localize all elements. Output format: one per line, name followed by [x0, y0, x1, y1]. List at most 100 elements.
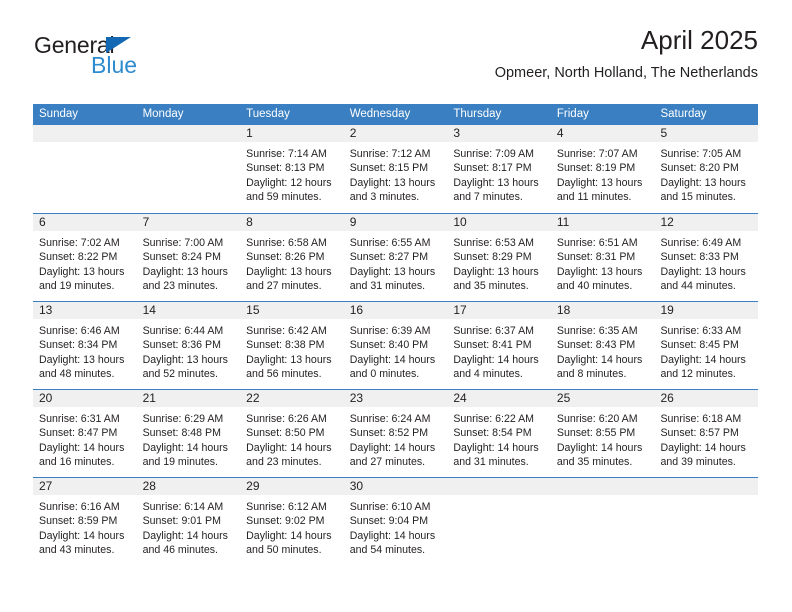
- daylight-text: and 12 minutes.: [660, 367, 736, 380]
- daylight-text: Daylight: 13 hours: [660, 265, 746, 278]
- daylight-text: and 48 minutes.: [39, 367, 115, 380]
- day-cell[interactable]: 1 Sunrise: 7:14 AM Sunset: 8:13 PM Daylight…: [240, 125, 344, 213]
- sunset-text: Sunset: 8:36 PM: [142, 339, 221, 352]
- day-details: Sunrise: 6:53 AM Sunset: 8:29 PM Daylight:…: [447, 231, 551, 293]
- day-details: Sunrise: 6:10 AM Sunset: 9:04 PM Daylight:…: [344, 495, 448, 557]
- sunrise-text: Sunrise: 6:29 AM: [142, 413, 224, 425]
- weekday-header-thursday: Thursday: [453, 108, 502, 120]
- day-cell[interactable]: 19 Sunrise: 6:33 AM Sunset: 8:45 PM Dayligh…: [654, 302, 759, 389]
- daylight-text: and 19 minutes.: [39, 279, 115, 292]
- day-cell[interactable]: 10 Sunrise: 6:53 AM Sunset: 8:29 PM Dayligh…: [447, 214, 551, 301]
- sunrise-text: Sunrise: 6:26 AM: [246, 413, 327, 425]
- daylight-text: Daylight: 13 hours: [453, 176, 539, 189]
- daylight-text: and 50 minutes.: [246, 543, 322, 556]
- weekday-header-monday: Monday: [142, 108, 184, 120]
- daylight-text: and 43 minutes.: [39, 543, 115, 556]
- day-cell[interactable]: 24 Sunrise: 6:22 AM Sunset: 8:54 PM Dayligh…: [447, 390, 551, 477]
- day-details: Sunrise: 6:29 AM Sunset: 8:48 PM Daylight:…: [137, 407, 241, 469]
- day-number: 7: [136, 214, 241, 231]
- day-details: Sunrise: 6:39 AM Sunset: 8:40 PM Daylight:…: [344, 319, 448, 381]
- day-cell[interactable]: 26 Sunrise: 6:18 AM Sunset: 8:57 PM Dayligh…: [654, 390, 759, 477]
- sunrise-text: Sunrise: 6:18 AM: [660, 413, 742, 425]
- sunset-text: Sunset: 9:04 PM: [349, 515, 429, 528]
- day-number: 23: [343, 390, 448, 407]
- day-cell[interactable]: 21 Sunrise: 6:29 AM Sunset: 8:48 PM Dayligh…: [136, 390, 241, 477]
- daylight-text: Daylight: 13 hours: [39, 353, 125, 366]
- day-cell-empty: [136, 125, 241, 213]
- daylight-text: Daylight: 14 hours: [349, 529, 436, 542]
- day-cell[interactable]: 14 Sunrise: 6:44 AM Sunset: 8:36 PM Dayligh…: [136, 302, 241, 389]
- day-details: Sunrise: 6:42 AM Sunset: 8:38 PM Daylight:…: [240, 319, 344, 381]
- daylight-text: Daylight: 13 hours: [349, 176, 436, 189]
- daylight-text: Daylight: 14 hours: [39, 441, 125, 454]
- sunrise-text: Sunrise: 6:49 AM: [660, 237, 742, 249]
- generalblue-logo[interactable]: General Blue: [34, 34, 224, 90]
- day-number: 4: [550, 125, 655, 142]
- day-cell[interactable]: 2 Sunrise: 7:12 AM Sunset: 8:15 PM Daylight…: [343, 125, 448, 213]
- day-number: [136, 125, 241, 142]
- day-cell[interactable]: 5 Sunrise: 7:05 AM Sunset: 8:20 PM Daylight…: [654, 125, 759, 213]
- calendar-week-row: 6 Sunrise: 7:02 AM Sunset: 8:22 PM Daylight…: [33, 213, 759, 301]
- day-number: 11: [550, 214, 655, 231]
- calendar-week-row: 1 Sunrise: 7:14 AM Sunset: 8:13 PM Daylight…: [33, 125, 759, 213]
- day-cell[interactable]: 6 Sunrise: 7:02 AM Sunset: 8:22 PM Daylight…: [33, 214, 137, 301]
- day-cell[interactable]: 15 Sunrise: 6:42 AM Sunset: 8:38 PM Dayligh…: [240, 302, 344, 389]
- daylight-text: Daylight: 14 hours: [246, 529, 332, 542]
- sunset-text: Sunset: 8:31 PM: [556, 251, 636, 264]
- day-number: 20: [33, 390, 137, 407]
- day-cell[interactable]: 3 Sunrise: 7:09 AM Sunset: 8:17 PM Daylight…: [447, 125, 551, 213]
- day-cell[interactable]: 4 Sunrise: 7:07 AM Sunset: 8:19 PM Daylight…: [550, 125, 655, 213]
- day-number: 29: [240, 478, 344, 495]
- day-cell[interactable]: 29 Sunrise: 6:12 AM Sunset: 9:02 PM Dayligh…: [240, 478, 344, 565]
- day-cell[interactable]: 11 Sunrise: 6:51 AM Sunset: 8:31 PM Dayligh…: [550, 214, 655, 301]
- day-cell[interactable]: 27 Sunrise: 6:16 AM Sunset: 8:59 PM Dayligh…: [33, 478, 137, 565]
- day-cell[interactable]: 25 Sunrise: 6:20 AM Sunset: 8:55 PM Dayligh…: [550, 390, 655, 477]
- day-cell[interactable]: 9 Sunrise: 6:55 AM Sunset: 8:27 PM Daylight…: [343, 214, 448, 301]
- day-cell[interactable]: 17 Sunrise: 6:37 AM Sunset: 8:41 PM Dayligh…: [447, 302, 551, 389]
- day-number: [550, 478, 655, 495]
- day-cell[interactable]: 28 Sunrise: 6:14 AM Sunset: 9:01 PM Dayligh…: [136, 478, 241, 565]
- sunset-text: Sunset: 8:19 PM: [556, 162, 636, 175]
- page-subtitle: Opmeer, North Holland, The Netherlands: [494, 64, 758, 81]
- day-cell[interactable]: 13 Sunrise: 6:46 AM Sunset: 8:34 PM Dayligh…: [33, 302, 137, 389]
- sunset-text: Sunset: 8:43 PM: [556, 339, 636, 352]
- sunrise-text: Sunrise: 6:31 AM: [39, 413, 120, 425]
- day-cell[interactable]: 16 Sunrise: 6:39 AM Sunset: 8:40 PM Dayligh…: [343, 302, 448, 389]
- day-number: 21: [136, 390, 241, 407]
- day-cell[interactable]: 30 Sunrise: 6:10 AM Sunset: 9:04 PM Dayligh…: [343, 478, 448, 565]
- sunrise-text: Sunrise: 6:58 AM: [246, 237, 327, 249]
- day-cell[interactable]: 8 Sunrise: 6:58 AM Sunset: 8:26 PM Daylight…: [240, 214, 344, 301]
- weekday-header-row: Sunday Monday Tuesday Wednesday Thursday Frid…: [33, 104, 758, 125]
- day-cell-empty: [33, 125, 137, 213]
- daylight-text: Daylight: 14 hours: [453, 441, 539, 454]
- daylight-text: Daylight: 14 hours: [349, 353, 436, 366]
- day-details: Sunrise: 6:20 AM Sunset: 8:55 PM Daylight:…: [551, 407, 655, 469]
- day-details: Sunrise: 7:09 AM Sunset: 8:17 PM Daylight:…: [447, 142, 551, 204]
- day-details: Sunrise: 6:44 AM Sunset: 8:36 PM Daylight:…: [137, 319, 241, 381]
- daylight-text: and 35 minutes.: [453, 279, 529, 292]
- daylight-text: Daylight: 13 hours: [349, 265, 436, 278]
- day-cell[interactable]: 23 Sunrise: 6:24 AM Sunset: 8:52 PM Dayligh…: [343, 390, 448, 477]
- day-cell[interactable]: 12 Sunrise: 6:49 AM Sunset: 8:33 PM Dayligh…: [654, 214, 759, 301]
- sunset-text: Sunset: 9:02 PM: [246, 515, 325, 528]
- day-cell[interactable]: 22 Sunrise: 6:26 AM Sunset: 8:50 PM Dayligh…: [240, 390, 344, 477]
- daylight-text: and 4 minutes.: [453, 367, 523, 380]
- sunset-text: Sunset: 8:20 PM: [660, 162, 739, 175]
- day-details: Sunrise: 6:58 AM Sunset: 8:26 PM Daylight:…: [240, 231, 344, 293]
- sunrise-text: Sunrise: 7:12 AM: [349, 148, 431, 160]
- sunset-text: Sunset: 8:13 PM: [246, 162, 325, 175]
- sunset-text: Sunset: 8:50 PM: [246, 427, 325, 440]
- sunrise-text: Sunrise: 6:35 AM: [556, 325, 638, 337]
- day-number: 30: [343, 478, 448, 495]
- day-details: Sunrise: 6:22 AM Sunset: 8:54 PM Daylight:…: [447, 407, 551, 469]
- day-number: [447, 478, 551, 495]
- sunrise-text: Sunrise: 6:46 AM: [39, 325, 120, 337]
- sunset-text: Sunset: 8:24 PM: [142, 251, 221, 264]
- day-cell[interactable]: 7 Sunrise: 7:00 AM Sunset: 8:24 PM Daylight…: [136, 214, 241, 301]
- sunset-text: Sunset: 8:38 PM: [246, 339, 325, 352]
- calendar-week-row: 20 Sunrise: 6:31 AM Sunset: 8:47 PM Dayligh…: [33, 389, 759, 477]
- daylight-text: and 23 minutes.: [142, 279, 218, 292]
- day-cell[interactable]: 18 Sunrise: 6:35 AM Sunset: 8:43 PM Dayligh…: [550, 302, 655, 389]
- daylight-text: and 27 minutes.: [246, 279, 322, 292]
- day-cell[interactable]: 20 Sunrise: 6:31 AM Sunset: 8:47 PM Dayligh…: [33, 390, 137, 477]
